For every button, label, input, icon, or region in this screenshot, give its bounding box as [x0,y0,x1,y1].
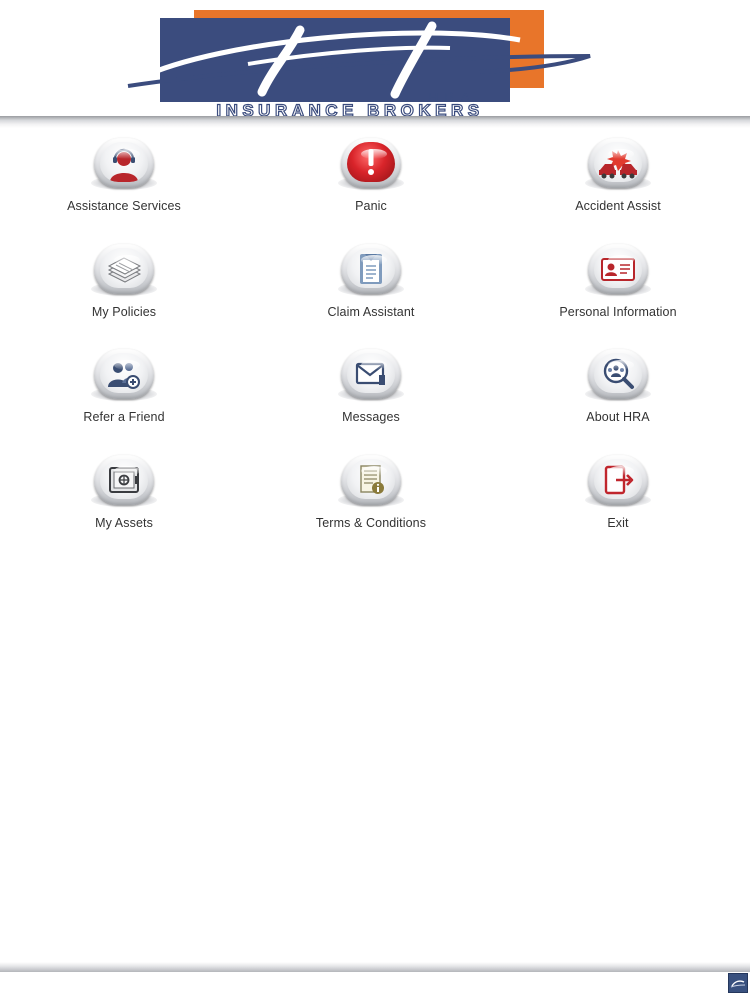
menu-item-label: Refer a Friend [83,410,165,424]
menu-row: Assistance Services Panic Accident Assis… [0,132,750,238]
claim-clipboard-icon [360,253,382,284]
menu-item-about-hra[interactable]: About HRA [518,343,718,443]
menu-item-label: Exit [607,515,629,530]
car-crash-icon [599,150,637,179]
menu-item-my-assets[interactable]: My Assets [24,449,224,549]
mini-logo-icon [730,980,746,988]
icon-dome [338,347,404,403]
exit-door-icon [604,465,634,494]
menu-item-label: About HRA [586,410,650,424]
header-divider [0,116,750,128]
menu-item-terms-conditions[interactable]: Terms & Conditions [271,449,471,549]
menu-item-label: Assistance Services [67,199,181,213]
menu-item-assistance-services[interactable]: Assistance Services [24,132,224,232]
document-info-icon [360,464,384,494]
menu-item-label: Personal Information [559,304,677,319]
icon-dome [338,136,404,192]
menu-item-label: Claim Assistant [327,304,415,319]
icon-dome [338,242,404,298]
policy-documents-icon [107,256,142,283]
icon-dome [91,136,157,192]
menu-item-label: Accident Assist [575,199,661,213]
icon-dome [585,453,651,509]
icon-dome [338,453,404,509]
menu-item-personal-information[interactable]: Personal Information [518,238,718,338]
magnify-people-icon [603,358,634,389]
hra-logo: HRA INSURANCE BROKERS [127,10,591,118]
menu-item-accident-assist[interactable]: Accident Assist [518,132,718,232]
menu-item-panic[interactable]: Panic [271,132,471,232]
envelope-icon [355,362,385,385]
footer-divider [0,962,750,972]
menu-item-messages[interactable]: Messages [271,343,471,443]
menu-row: My Policies Claim Assistant Personal Inf… [0,238,750,344]
menu-item-claim-assistant[interactable]: Claim Assistant [271,238,471,338]
safe-vault-icon [109,466,139,493]
menu-item-label: Panic [355,199,387,213]
id-card-icon [601,257,635,281]
menu-item-label: My Policies [91,304,157,319]
icon-dome [91,242,157,298]
icon-dome [585,136,651,192]
menu-item-exit[interactable]: Exit [518,449,718,549]
main-menu-grid: Assistance Services Panic Accident Assis… [0,132,750,554]
menu-item-label: My Assets [95,515,153,530]
add-friend-icon [108,363,140,389]
app-header: HRA INSURANCE BROKERS [0,0,750,128]
menu-item-label: Terms & Conditions [315,515,427,530]
hra-badge-icon[interactable] [728,973,748,993]
alert-exclamation-icon [368,149,374,175]
menu-item-label: Messages [342,410,400,424]
menu-row: My Assets Terms & Conditions Exit [0,449,750,555]
icon-dome [91,453,157,509]
headset-agent-icon [110,148,138,182]
menu-item-my-policies[interactable]: My Policies [24,238,224,338]
icon-dome [91,347,157,403]
icon-dome [585,347,651,403]
icon-dome [585,242,651,298]
menu-row: Refer a Friend Messages About HRA [0,343,750,449]
menu-item-refer-a-friend[interactable]: Refer a Friend [24,343,224,443]
